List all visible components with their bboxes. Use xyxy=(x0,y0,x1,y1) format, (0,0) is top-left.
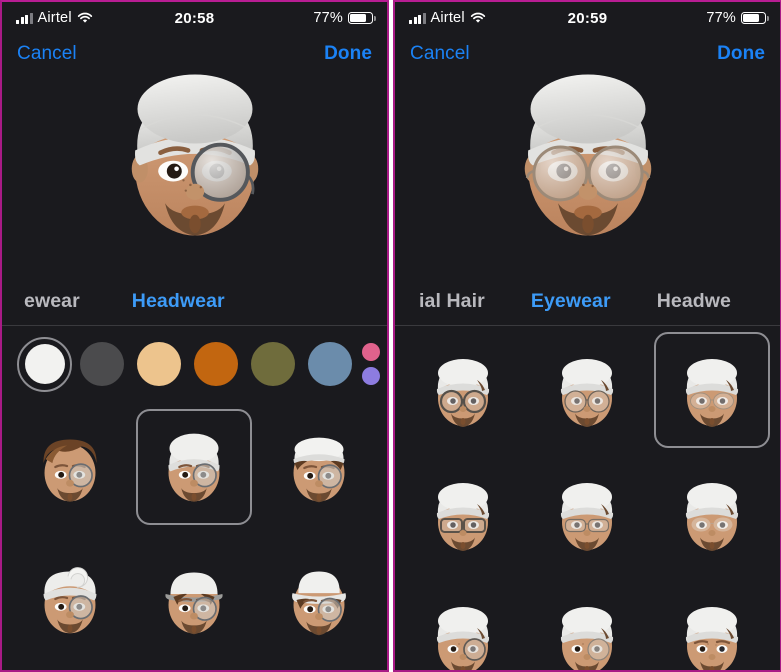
eyewear-option-grid xyxy=(395,328,780,670)
eyewear-option-6[interactable] xyxy=(401,576,525,670)
done-button[interactable]: Done xyxy=(324,43,372,65)
headwear-option-grid xyxy=(2,402,387,662)
color-swatch-1[interactable] xyxy=(73,336,130,393)
color-swatch-4[interactable] xyxy=(244,336,301,393)
phone-screen-left: Airtel 20:58 77% Cancel Done ewear Headw… xyxy=(0,0,389,672)
color-swatch-0[interactable] xyxy=(16,336,73,393)
carrier-label: Airtel xyxy=(430,10,465,26)
headwear-option-0[interactable] xyxy=(8,402,132,532)
headwear-option-1[interactable] xyxy=(132,402,256,532)
eyewear-option-3[interactable] xyxy=(401,452,525,576)
phone-screen-right: Airtel 20:59 77% Cancel Done ial Hair Ey… xyxy=(393,0,781,672)
status-time: 20:58 xyxy=(174,9,215,27)
cellular-bars-icon xyxy=(16,12,33,24)
color-swatch-2[interactable] xyxy=(130,336,187,393)
eyewear-option-7[interactable] xyxy=(525,576,649,670)
eyewear-option-1[interactable] xyxy=(525,328,649,452)
wifi-icon xyxy=(77,12,93,24)
category-tab-bar: ial Hair Eyewear Headwe xyxy=(395,276,780,326)
cancel-button[interactable]: Cancel xyxy=(17,43,77,65)
status-bar: Airtel 20:59 77% xyxy=(395,2,780,34)
eyewear-option-0[interactable] xyxy=(401,328,525,452)
screenshot-root: Airtel 20:58 77% Cancel Done ewear Headw… xyxy=(0,0,781,672)
eyewear-option-4[interactable] xyxy=(525,452,649,576)
headwear-option-4[interactable] xyxy=(132,532,256,662)
tab-headwear-partial[interactable]: Headwe xyxy=(657,290,731,313)
battery-percent-label: 77% xyxy=(706,10,736,26)
tab-eyewear[interactable]: Eyewear xyxy=(531,290,611,313)
color-swatch-partial-purple xyxy=(362,367,380,385)
carrier-label: Airtel xyxy=(37,10,72,26)
battery-percent-label: 77% xyxy=(313,10,343,26)
headwear-option-2[interactable] xyxy=(257,402,381,532)
done-button[interactable]: Done xyxy=(717,43,765,65)
battery-icon xyxy=(348,11,376,25)
eyewear-option-8[interactable] xyxy=(650,576,774,670)
navigation-bar: Cancel Done xyxy=(395,34,780,74)
status-time: 20:59 xyxy=(567,9,608,27)
tab-headwear[interactable]: Headwear xyxy=(132,290,225,313)
navigation-bar: Cancel Done xyxy=(2,34,387,74)
color-swatch-row xyxy=(2,326,387,402)
memoji-avatar-large xyxy=(80,40,310,270)
cellular-bars-icon xyxy=(409,12,426,24)
color-swatch-overflow[interactable] xyxy=(362,326,380,402)
eyewear-option-2[interactable] xyxy=(650,328,774,452)
memoji-avatar-large xyxy=(473,40,703,270)
eyewear-option-5[interactable] xyxy=(650,452,774,576)
battery-icon xyxy=(741,11,769,25)
color-swatch-5[interactable] xyxy=(301,336,358,393)
color-swatch-partial-pink xyxy=(362,343,380,361)
color-swatch-3[interactable] xyxy=(187,336,244,393)
tab-eyewear-partial[interactable]: ewear xyxy=(24,290,80,313)
tab-facial-hair-partial[interactable]: ial Hair xyxy=(419,290,485,313)
memoji-preview xyxy=(2,40,387,276)
headwear-option-5[interactable] xyxy=(257,532,381,662)
cancel-button[interactable]: Cancel xyxy=(410,43,470,65)
panel-separator xyxy=(390,0,391,672)
memoji-preview xyxy=(395,40,780,276)
status-bar: Airtel 20:58 77% xyxy=(2,2,387,34)
category-tab-bar: ewear Headwear xyxy=(2,276,387,326)
headwear-option-3[interactable] xyxy=(8,532,132,662)
wifi-icon xyxy=(470,12,486,24)
